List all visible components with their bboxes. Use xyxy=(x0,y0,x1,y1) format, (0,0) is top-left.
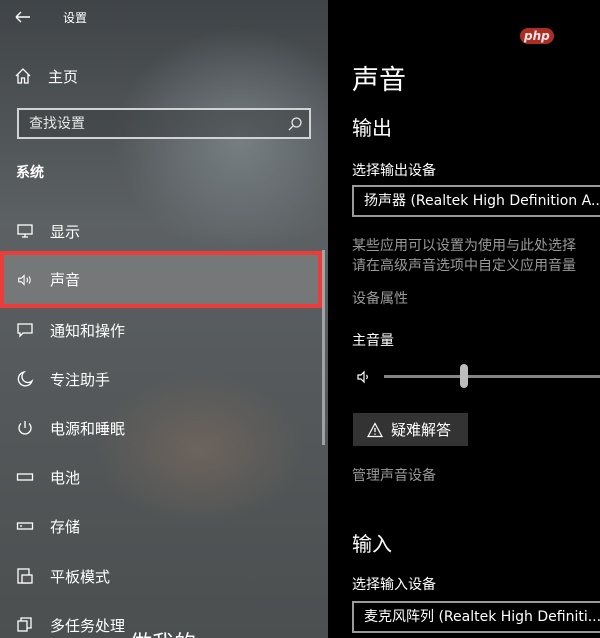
battery-icon xyxy=(16,473,34,481)
nav-item-label: 多任务处理 xyxy=(50,616,126,635)
content-pane: php 声音 输出 选择输出设备 扬声器 (Realtek High Defin… xyxy=(328,0,600,638)
back-button[interactable] xyxy=(10,5,38,29)
speaker-icon xyxy=(18,273,31,286)
nav-item-tablet-mode[interactable]: 平板模式 xyxy=(0,551,322,601)
monitor-icon xyxy=(17,224,33,238)
nav-item-label: 存储 xyxy=(50,517,81,536)
output-description: 某些应用可以设置为使用与此处选择 请在高级声音选项中自定义应用音量 xyxy=(352,236,600,276)
nav-item-label: 平板模式 xyxy=(50,567,111,586)
nav-item-label: 声音 xyxy=(50,271,81,289)
tablet-icon xyxy=(17,568,33,584)
troubleshoot-label: 疑难解答 xyxy=(391,421,452,439)
nav-item-label: 显示 xyxy=(50,222,81,241)
moon-icon xyxy=(17,370,34,387)
nav-item-display[interactable]: 显示 xyxy=(0,206,322,256)
search-input[interactable] xyxy=(29,114,269,134)
output-description-line: 某些应用可以设置为使用与此处选择 xyxy=(352,238,576,254)
navigation-pane: 设置 主页 系统 显示 声音 通知和操作 xyxy=(0,0,328,638)
watermark-logo: php xyxy=(520,28,554,44)
troubleshoot-button[interactable]: 疑难解答 xyxy=(353,413,468,446)
nav-item-label: 专注助手 xyxy=(50,370,111,389)
home-link[interactable]: 主页 xyxy=(14,62,314,90)
search-box[interactable] xyxy=(17,108,311,139)
page-title: 声音 xyxy=(352,65,406,96)
app-title: 设置 xyxy=(63,11,88,25)
master-volume-slider[interactable] xyxy=(384,375,600,378)
nav-item-storage[interactable]: 存储 xyxy=(0,501,322,551)
volume-icon[interactable] xyxy=(356,369,372,385)
output-heading: 输出 xyxy=(352,116,392,140)
storage-icon xyxy=(16,522,34,530)
notification-icon xyxy=(17,323,33,338)
power-icon xyxy=(18,421,32,435)
home-icon xyxy=(15,68,31,84)
output-description-line: 请在高级声音选项中自定义应用音量 xyxy=(352,258,576,274)
input-heading: 输入 xyxy=(352,532,392,556)
multitask-icon xyxy=(17,617,32,632)
nav-item-label: 电池 xyxy=(50,468,81,487)
title-bar: 设置 xyxy=(0,0,328,34)
arrow-left-icon xyxy=(15,11,30,23)
master-volume-label: 主音量 xyxy=(352,333,394,349)
output-device-label: 选择输出设备 xyxy=(352,163,436,179)
input-device-label: 选择输入设备 xyxy=(352,577,436,593)
nav-item-sound[interactable]: 声音 xyxy=(0,251,322,308)
home-label: 主页 xyxy=(48,67,79,86)
master-volume-thumb[interactable] xyxy=(459,364,468,388)
overlay-caption: 做我的 xyxy=(130,626,196,638)
input-device-select[interactable]: 麦克风阵列 (Realtek High Definiti... xyxy=(352,601,600,633)
nav-item-battery[interactable]: 电池 xyxy=(0,452,322,502)
warning-icon xyxy=(367,421,383,437)
nav-item-focus-assist[interactable]: 专注助手 xyxy=(0,354,322,404)
nav-item-power-sleep[interactable]: 电源和睡眠 xyxy=(0,403,322,453)
section-title: 系统 xyxy=(16,165,44,181)
nav-item-notifications[interactable]: 通知和操作 xyxy=(0,305,322,355)
output-device-select[interactable]: 扬声器 (Realtek High Definition A... xyxy=(352,185,600,217)
manage-sound-devices-link[interactable]: 管理声音设备 xyxy=(352,465,436,485)
nav-item-label: 通知和操作 xyxy=(50,321,126,340)
nav-scrollbar[interactable] xyxy=(322,250,325,445)
nav-item-label: 电源和睡眠 xyxy=(50,419,126,438)
search-icon[interactable] xyxy=(287,116,303,132)
device-properties-link[interactable]: 设备属性 xyxy=(352,288,408,308)
